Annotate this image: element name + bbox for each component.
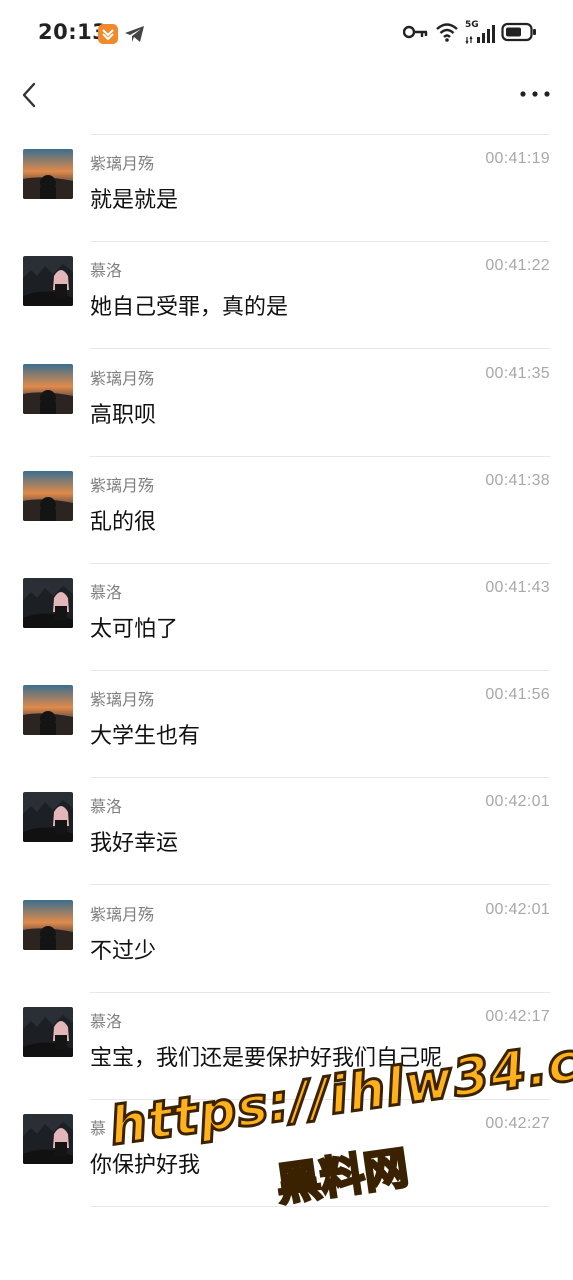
- sender-name: 紫璃月殇: [90, 475, 155, 495]
- key-icon: [402, 24, 429, 44]
- message-item[interactable]: 紫璃月殇 00:41:38 乱的很: [0, 457, 573, 564]
- message-text: 宝宝，我们还是要保护好我们自己呢: [90, 1045, 443, 1071]
- message-time: 00:42:27: [485, 1115, 550, 1132]
- message-item[interactable]: 慕 00:42:27 你保护好我: [0, 1100, 573, 1207]
- message-time: 00:41:19: [485, 150, 550, 168]
- message-text: 我好幸运: [90, 831, 179, 857]
- status-bar: 20:13 5G: [0, 0, 573, 66]
- divider: [90, 1206, 550, 1207]
- sender-name: 紫璃月殇: [90, 904, 155, 924]
- message-text: 高职呗: [90, 402, 157, 428]
- telegram-icon: [124, 24, 146, 44]
- avatar-zili[interactable]: [23, 470, 73, 521]
- back-button[interactable]: [14, 76, 48, 114]
- message-text: 不过少: [90, 938, 157, 964]
- message-item[interactable]: 慕洛 00:41:22 她自己受罪，真的是: [0, 242, 573, 350]
- message-item[interactable]: 那么大的一个娃: [0, 124, 573, 135]
- avatar-muluo[interactable]: [23, 1114, 73, 1164]
- message-item[interactable]: 慕洛 00:41:43 太可怕了: [0, 564, 573, 671]
- wifi-icon: [435, 22, 459, 46]
- message-item[interactable]: 慕洛 00:42:17 宝宝，我们还是要保护好我们自己呢: [0, 993, 573, 1100]
- status-time: 20:13: [38, 20, 108, 44]
- message-time: 00:42:01: [485, 793, 550, 811]
- avatar-zili[interactable]: [23, 899, 73, 950]
- sender-name: 慕洛: [90, 583, 123, 602]
- message-item[interactable]: 紫璃月殇 00:41:35 高职呗: [0, 350, 573, 457]
- message-text: 就是就是: [90, 188, 179, 214]
- message-time: 00:42:01: [485, 900, 550, 918]
- more-dots-icon: [520, 91, 550, 97]
- avatar-muluo[interactable]: [23, 792, 73, 843]
- avatar-zili[interactable]: [23, 363, 73, 414]
- avatar-zili[interactable]: [23, 685, 73, 736]
- message-text: 大学生也有: [90, 724, 201, 750]
- message-time: 00:41:22: [485, 257, 550, 275]
- message-time: 00:41:38: [485, 471, 550, 489]
- message-time: 00:42:17: [485, 1007, 550, 1025]
- message-list: 那么大的一个娃 紫璃月殇 00:41:19 就是就是 慕洛 00:41:22 她自己受罪…: [0, 124, 573, 1280]
- status-icons: 5G: [402, 20, 537, 46]
- sender-name: 慕洛: [90, 1011, 123, 1031]
- sender-name: 紫璃月殇: [90, 690, 155, 710]
- message-item[interactable]: 慕洛 00:42:01 我好幸运: [0, 778, 573, 886]
- message-item[interactable]: 紫璃月殇 00:41:19 就是就是: [0, 135, 573, 243]
- message-item[interactable]: 紫璃月殇 00:42:01 不过少: [0, 886, 573, 993]
- app-badge-icon: [98, 24, 118, 44]
- nav-bar: [0, 66, 573, 124]
- message-text: 乱的很: [90, 509, 157, 535]
- message-text: 你保护好我: [90, 1153, 201, 1178]
- message-time: 00:41:43: [485, 579, 550, 596]
- message-time: 00:41:56: [485, 686, 550, 704]
- sender-name: 慕洛: [90, 797, 123, 817]
- message-item[interactable]: 紫璃月殇 00:41:56 大学生也有: [0, 671, 573, 779]
- avatar-zili[interactable]: [23, 149, 73, 200]
- sender-name: 慕: [90, 1119, 107, 1138]
- message-time: 00:41:35: [485, 364, 550, 382]
- avatar-muluo[interactable]: [23, 1006, 73, 1057]
- avatar-muluo[interactable]: [23, 578, 73, 628]
- message-text: 太可怕了: [90, 617, 179, 642]
- chevron-left-icon: [22, 82, 36, 108]
- message-text: 她自己受罪，真的是: [90, 295, 289, 321]
- more-button[interactable]: [519, 80, 551, 108]
- avatar-muluo[interactable]: [23, 256, 73, 307]
- battery-icon: [501, 22, 537, 46]
- sender-name: 慕洛: [90, 261, 123, 281]
- sender-name: 紫璃月殇: [90, 154, 155, 174]
- sender-name: 紫璃月殇: [90, 368, 155, 388]
- signal-icon: 5G: [465, 20, 495, 45]
